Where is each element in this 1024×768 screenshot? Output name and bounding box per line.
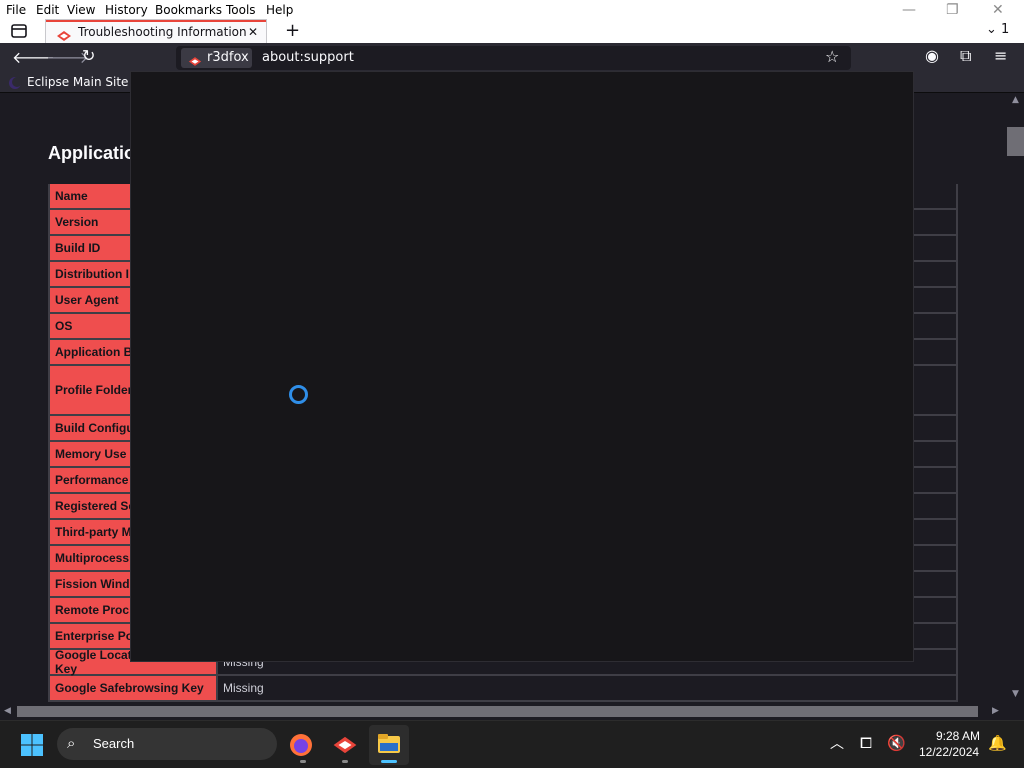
tab-troubleshooting[interactable]: Troubleshooting Information ✕ <box>46 20 266 44</box>
eclipse-favicon-icon <box>8 75 22 94</box>
explorer-active-indicator <box>381 760 397 763</box>
table-row: Google Safebrowsing Key Missing <box>48 676 958 702</box>
identity-box[interactable]: r3dfox <box>181 48 252 68</box>
r3dfox-taskbar-icon[interactable] <box>332 734 358 760</box>
menu-bar: File Edit View History Bookmarks Tools H… <box>0 0 1024 20</box>
tab-title: Troubleshooting Information <box>78 25 247 39</box>
app-menu-icon[interactable]: ≡ <box>994 46 1007 65</box>
new-tab-icon[interactable]: + <box>285 20 300 41</box>
clock-time[interactable]: 9:28 AM <box>936 729 980 743</box>
volume-muted-icon[interactable]: 🔇 <box>887 734 906 752</box>
firefox-taskbar-icon[interactable] <box>289 733 313 761</box>
menu-tools[interactable]: Tools <box>226 3 256 17</box>
vertical-scroll-thumb[interactable] <box>1007 127 1024 156</box>
notifications-bell-icon[interactable]: 🔔 <box>988 734 1007 752</box>
menu-view[interactable]: View <box>67 3 95 17</box>
bookmark-star-icon[interactable]: ☆ <box>825 47 839 66</box>
scroll-right-icon[interactable]: ▶ <box>992 706 999 716</box>
section-title: Applicatio <box>48 143 136 163</box>
r3dfox-identity-icon <box>188 52 202 71</box>
reload-icon[interactable]: ↻ <box>82 46 95 65</box>
search-icon: ⌕ <box>67 734 76 752</box>
bookmark-eclipse[interactable]: Eclipse Main Site <box>27 75 128 89</box>
loading-spinner-icon <box>289 385 308 404</box>
tab-count: 1 <box>1001 22 1010 37</box>
menu-edit[interactable]: Edit <box>36 3 59 17</box>
account-icon[interactable]: ◉ <box>925 46 939 65</box>
horizontal-scroll-thumb[interactable] <box>17 706 978 717</box>
clock-date[interactable]: 12/22/2024 <box>919 745 979 759</box>
menu-bookmarks[interactable]: Bookmarks <box>155 3 222 17</box>
row-key: Google Safebrowsing Key <box>48 676 218 700</box>
minimize-icon[interactable]: — <box>902 2 916 18</box>
menu-history[interactable]: History <box>105 3 148 17</box>
url-text[interactable]: about:support <box>262 50 354 65</box>
menu-file[interactable]: File <box>6 3 26 17</box>
scroll-down-icon[interactable]: ▼ <box>1012 689 1019 699</box>
scroll-left-icon[interactable]: ◀ <box>4 706 11 716</box>
firefox-running-indicator <box>300 760 306 763</box>
file-explorer-taskbar-button[interactable] <box>369 725 409 765</box>
start-windows-icon[interactable] <box>20 733 44 761</box>
vertical-scrollbar[interactable]: ▲ ▼ <box>1008 93 1024 704</box>
loading-overlay-panel <box>130 71 914 662</box>
search-label: Search <box>93 736 135 751</box>
r3dfox-running-indicator <box>342 760 348 763</box>
network-icon[interactable]: ⧠ <box>860 734 872 752</box>
menu-help[interactable]: Help <box>266 3 293 17</box>
identity-label: r3dfox <box>207 50 249 65</box>
scroll-up-icon[interactable]: ▲ <box>1012 95 1019 105</box>
list-all-tabs-icon[interactable]: ⌄ 1 <box>986 22 1009 37</box>
show-hidden-icons-chevron-icon[interactable]: ︿ <box>830 733 844 753</box>
extensions-icon[interactable]: ⧉ <box>960 46 971 66</box>
restore-icon[interactable]: ❐ <box>946 2 959 18</box>
taskbar-search[interactable]: ⌕ Search <box>57 728 277 760</box>
row-value: Missing <box>218 676 958 700</box>
close-window-icon[interactable]: ✕ <box>992 2 1004 18</box>
url-bar[interactable]: about:support ☆ <box>176 46 851 70</box>
close-tab-icon[interactable]: ✕ <box>248 25 258 39</box>
tab-overview-icon[interactable] <box>10 22 28 44</box>
